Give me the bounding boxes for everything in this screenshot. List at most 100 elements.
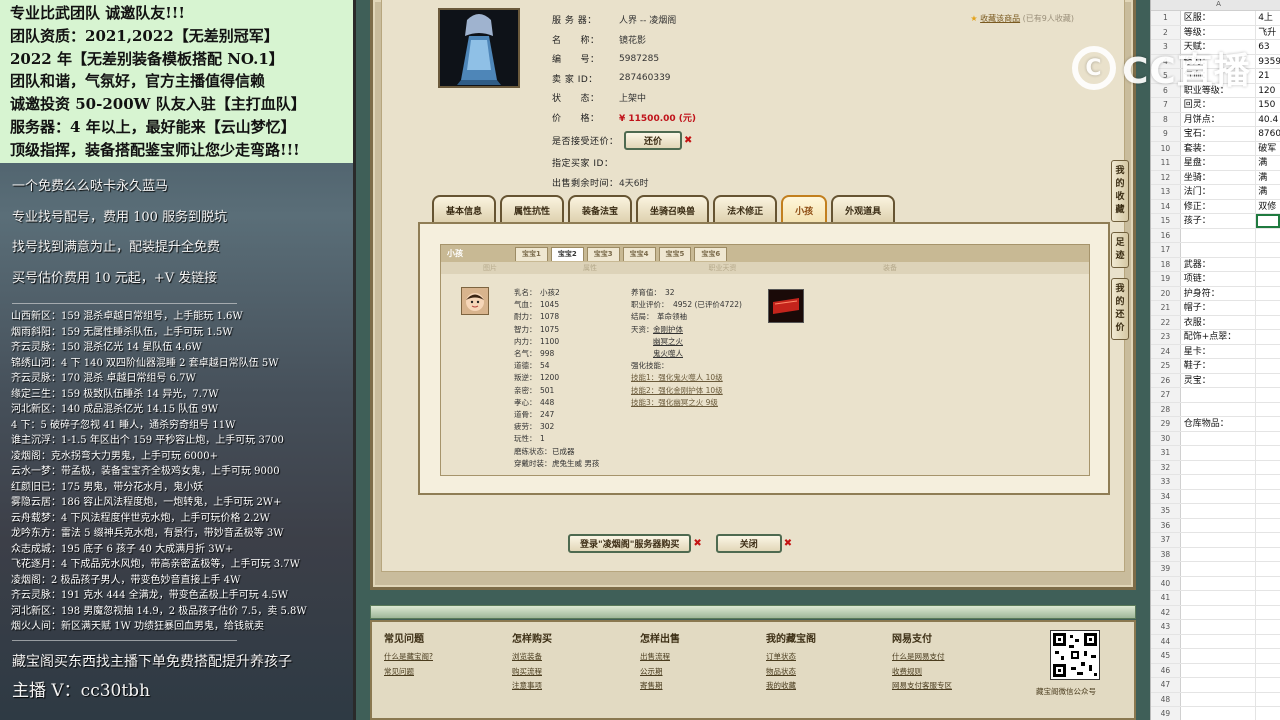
child-sub-tab[interactable]: 宝宝2	[550, 246, 584, 261]
child-sub-tab[interactable]: 宝宝4	[622, 246, 656, 261]
spreadsheet-cell[interactable]	[1181, 518, 1257, 532]
spreadsheet-cell[interactable]: 法门：	[1181, 185, 1257, 199]
child-sub-tab[interactable]: 宝宝5	[658, 246, 692, 261]
spreadsheet-cell[interactable]: 套装：	[1181, 141, 1257, 155]
column-a-header[interactable]: A	[1181, 0, 1256, 10]
spreadsheet-cell[interactable]: 月饼点：	[1181, 112, 1257, 126]
spreadsheet-cell[interactable]	[1256, 258, 1280, 272]
spreadsheet-cell[interactable]: 破军	[1256, 142, 1280, 156]
child-skill-link[interactable]: 技能3：强化幽冥之火 9级	[631, 397, 742, 409]
spreadsheet-cell[interactable]	[1256, 533, 1280, 547]
spreadsheet-cell[interactable]: 等级：	[1181, 25, 1257, 39]
footer-link[interactable]: 订单状态	[766, 650, 816, 665]
spreadsheet-cell[interactable]	[1181, 475, 1257, 489]
spreadsheet-cell[interactable]	[1181, 591, 1257, 605]
spreadsheet-cell[interactable]	[1181, 678, 1257, 692]
spreadsheet-cell[interactable]: 150	[1256, 98, 1280, 112]
row-number[interactable]: 46	[1151, 663, 1181, 677]
row-number[interactable]: 37	[1151, 533, 1181, 547]
row-number[interactable]: 28	[1151, 402, 1181, 416]
spreadsheet-cell[interactable]: 飞升	[1256, 26, 1280, 40]
spreadsheet-cell[interactable]	[1256, 345, 1280, 359]
row-number[interactable]: 34	[1151, 489, 1181, 503]
spreadsheet-cell[interactable]	[1256, 475, 1280, 489]
side-tab-1[interactable]: 足迹	[1111, 232, 1129, 268]
spreadsheet-cell[interactable]	[1181, 620, 1257, 634]
spreadsheet-cell[interactable]	[1181, 634, 1257, 648]
spreadsheet-cell[interactable]	[1181, 243, 1257, 257]
spreadsheet-cell[interactable]	[1256, 432, 1280, 446]
spreadsheet-cell[interactable]: 孩子：	[1181, 214, 1257, 228]
spreadsheet-cell[interactable]: 衣服：	[1181, 315, 1257, 329]
spreadsheet-cell[interactable]	[1256, 359, 1280, 373]
row-number[interactable]: 30	[1151, 431, 1181, 445]
tab-0[interactable]: 基本信息	[432, 195, 497, 223]
row-number[interactable]: 33	[1151, 475, 1181, 489]
spreadsheet-cell[interactable]	[1256, 301, 1280, 315]
tab-5[interactable]: 小孩	[781, 195, 828, 223]
spreadsheet-cell[interactable]	[1256, 606, 1280, 620]
spreadsheet-cell[interactable]: 双修	[1256, 200, 1280, 214]
child-talent-link[interactable]: 幽冥之火	[653, 337, 683, 346]
row-number[interactable]: 40	[1151, 576, 1181, 590]
row-number[interactable]: 17	[1151, 243, 1181, 257]
row-number[interactable]: 43	[1151, 620, 1181, 634]
row-number[interactable]: 7	[1151, 98, 1181, 112]
spreadsheet-cell[interactable]: 9359	[1256, 55, 1280, 69]
child-skill-link[interactable]: 技能2：强化金刚护体 10级	[631, 385, 742, 397]
spreadsheet-cell[interactable]	[1181, 402, 1257, 416]
spreadsheet-cell[interactable]: 120	[1256, 84, 1280, 98]
row-number[interactable]: 44	[1151, 634, 1181, 648]
footer-link[interactable]: 网易支付客服专区	[892, 679, 952, 694]
spreadsheet-cell[interactable]: 63	[1256, 40, 1280, 54]
footer-link[interactable]: 购买流程	[512, 665, 552, 680]
row-number[interactable]: 20	[1151, 286, 1181, 300]
child-talent-link[interactable]: 金刚护体	[653, 325, 683, 334]
spreadsheet-cell[interactable]: 灵宝：	[1181, 373, 1257, 387]
spreadsheet-cell[interactable]	[1256, 374, 1280, 388]
spreadsheet-cell[interactable]: 鞋子：	[1181, 359, 1257, 373]
spreadsheet-cell[interactable]	[1256, 214, 1280, 228]
spreadsheet-cell[interactable]	[1256, 403, 1280, 417]
footer-link[interactable]: 收费规则	[892, 665, 952, 680]
row-number[interactable]: 27	[1151, 388, 1181, 402]
child-sub-tab[interactable]: 宝宝6	[694, 246, 728, 261]
row-number[interactable]: 41	[1151, 591, 1181, 605]
spreadsheet-cell[interactable]	[1256, 591, 1280, 605]
spreadsheet-cell[interactable]: 坐骑：	[1181, 170, 1257, 184]
row-number[interactable]: 45	[1151, 649, 1181, 663]
spreadsheet-cell[interactable]	[1256, 446, 1280, 460]
row-number[interactable]: 18	[1151, 257, 1181, 271]
footer-link[interactable]: 出售流程	[640, 650, 680, 665]
spreadsheet-cell[interactable]: 回灵：	[1181, 98, 1257, 112]
spreadsheet-cell[interactable]	[1256, 620, 1280, 634]
spreadsheet-cell[interactable]: 21	[1256, 69, 1280, 83]
row-number[interactable]: 24	[1151, 344, 1181, 358]
spreadsheet-cell[interactable]: 星卡：	[1181, 344, 1257, 358]
spreadsheet-cell[interactable]: 区服：	[1181, 11, 1257, 25]
row-number[interactable]: 23	[1151, 330, 1181, 344]
spreadsheet-cell[interactable]: 满	[1256, 185, 1280, 199]
spreadsheet-cell[interactable]	[1181, 649, 1257, 663]
spreadsheet-cell[interactable]	[1181, 707, 1257, 720]
child-sub-tab[interactable]: 宝宝1	[515, 246, 548, 261]
spreadsheet-cell[interactable]: 帽子：	[1181, 301, 1257, 315]
spreadsheet-cell[interactable]	[1181, 489, 1257, 503]
row-number[interactable]: 39	[1151, 562, 1181, 576]
spreadsheet-cell[interactable]	[1256, 417, 1280, 431]
spreadsheet-cell[interactable]	[1256, 504, 1280, 518]
spreadsheet-cell[interactable]: 40.4	[1256, 113, 1280, 127]
row-number[interactable]: 22	[1151, 315, 1181, 329]
spreadsheet-cell[interactable]: 配饰+点翠：	[1181, 330, 1257, 344]
row-number[interactable]: 13	[1151, 185, 1181, 199]
spreadsheet-cell[interactable]	[1256, 287, 1280, 301]
spreadsheet-cell[interactable]: 8760	[1256, 127, 1280, 141]
row-number[interactable]: 32	[1151, 460, 1181, 474]
row-number[interactable]: 8	[1151, 112, 1181, 126]
spreadsheet-cell[interactable]	[1256, 548, 1280, 562]
spreadsheet-cell[interactable]	[1181, 446, 1257, 460]
row-number[interactable]: 36	[1151, 518, 1181, 532]
child-sub-tab[interactable]: 宝宝3	[586, 246, 620, 261]
row-number[interactable]: 25	[1151, 359, 1181, 373]
spreadsheet-cell[interactable]	[1181, 460, 1257, 474]
